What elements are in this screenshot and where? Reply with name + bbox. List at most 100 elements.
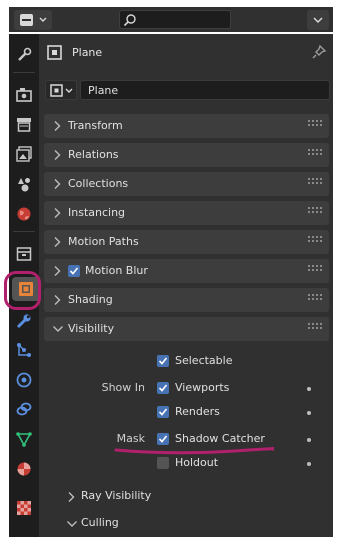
constraints-icon bbox=[16, 402, 32, 416]
viewports-label: Viewports bbox=[175, 381, 230, 394]
animate-property-dot[interactable] bbox=[307, 411, 311, 415]
tab-world[interactable] bbox=[12, 202, 36, 226]
panel-visibility[interactable]: Visibility bbox=[44, 317, 329, 341]
tab-separator bbox=[13, 72, 35, 73]
panel-label: Transform bbox=[68, 119, 123, 132]
tab-output[interactable] bbox=[12, 112, 36, 136]
visibility-panel-body: Selectable Show In Viewports Renders Mas… bbox=[44, 341, 329, 537]
view-layer-icon bbox=[16, 146, 32, 162]
properties-editor-icon bbox=[20, 14, 47, 26]
panel-label: Motion Blur bbox=[85, 264, 148, 277]
drag-handle-icon[interactable] bbox=[308, 236, 322, 246]
object-browse-dropdown[interactable] bbox=[45, 80, 77, 100]
object-icon bbox=[50, 84, 73, 97]
subpanel-culling[interactable]: Culling bbox=[66, 516, 266, 532]
panel-label: Collections bbox=[68, 177, 129, 190]
tab-data[interactable] bbox=[12, 427, 36, 451]
physics-icon bbox=[16, 372, 32, 388]
checkmark-icon bbox=[158, 357, 168, 365]
texture-icon bbox=[17, 501, 31, 515]
renders-label: Renders bbox=[175, 405, 220, 418]
tab-tool[interactable] bbox=[12, 43, 36, 67]
animate-property-dot[interactable] bbox=[307, 438, 311, 442]
drag-handle-icon[interactable] bbox=[308, 178, 322, 188]
drag-handle-icon[interactable] bbox=[308, 323, 322, 333]
chevron-right-icon bbox=[54, 295, 61, 305]
particles-icon bbox=[17, 343, 31, 357]
subpanel-ray-visibility[interactable]: Ray Visibility bbox=[66, 489, 266, 505]
object-name-field[interactable]: Plane bbox=[80, 80, 330, 100]
drag-handle-icon[interactable] bbox=[308, 294, 322, 304]
material-icon bbox=[17, 462, 31, 476]
panel-label: Relations bbox=[68, 148, 119, 161]
tab-material[interactable] bbox=[12, 457, 36, 481]
panel-label: Motion Paths bbox=[68, 235, 139, 248]
tab-view-layer[interactable] bbox=[12, 142, 36, 166]
render-icon bbox=[16, 88, 32, 102]
checkmark-icon bbox=[158, 384, 168, 392]
tab-constraints[interactable] bbox=[12, 397, 36, 421]
panel-collections[interactable]: Collections bbox=[44, 172, 329, 196]
subpanel-label: Ray Visibility bbox=[81, 489, 152, 502]
panel-shading[interactable]: Shading bbox=[44, 288, 329, 312]
selectable-label: Selectable bbox=[175, 354, 233, 367]
output-icon bbox=[17, 118, 31, 132]
chevron-right-icon bbox=[54, 179, 61, 189]
show-in-label: Show In bbox=[101, 381, 145, 394]
panel-label: Visibility bbox=[68, 322, 115, 335]
animate-property-dot[interactable] bbox=[307, 387, 311, 391]
panel-motion-paths[interactable]: Motion Paths bbox=[44, 230, 329, 254]
object-icon bbox=[47, 45, 62, 60]
tab-physics[interactable] bbox=[12, 368, 36, 392]
chevron-right-icon bbox=[54, 150, 61, 160]
search-icon bbox=[123, 14, 136, 27]
tool-icon bbox=[18, 47, 32, 61]
chevron-right-icon bbox=[54, 266, 61, 276]
object-properties-panel: Plane Plane Transform Relations Collecti… bbox=[39, 34, 333, 537]
drag-handle-icon[interactable] bbox=[308, 149, 322, 159]
tab-render[interactable] bbox=[12, 82, 36, 106]
chevron-down-icon bbox=[67, 521, 77, 527]
motion-blur-checkbox[interactable] bbox=[68, 265, 80, 277]
panel-instancing[interactable]: Instancing bbox=[44, 201, 329, 225]
options-dropdown[interactable] bbox=[307, 10, 329, 30]
drag-handle-icon[interactable] bbox=[308, 120, 322, 130]
tab-separator bbox=[13, 231, 35, 232]
holdout-checkbox[interactable] bbox=[157, 457, 169, 469]
world-icon bbox=[17, 207, 31, 221]
drag-handle-icon[interactable] bbox=[308, 265, 322, 275]
tab-modifier[interactable] bbox=[12, 309, 36, 333]
tab-particles[interactable] bbox=[12, 338, 36, 362]
drag-handle-icon[interactable] bbox=[308, 207, 322, 217]
annotation-underline bbox=[114, 446, 274, 455]
search-input[interactable] bbox=[119, 10, 231, 29]
checkmark-icon bbox=[69, 267, 79, 275]
panel-label: Instancing bbox=[68, 206, 126, 219]
mesh-data-icon bbox=[16, 432, 32, 447]
annotation-circle bbox=[4, 271, 41, 310]
context-object-name: Plane bbox=[72, 46, 103, 59]
selectable-checkbox[interactable] bbox=[157, 355, 169, 367]
animate-property-dot[interactable] bbox=[307, 462, 311, 466]
chevron-right-icon bbox=[54, 208, 61, 218]
checkmark-icon bbox=[158, 435, 168, 443]
object-name-row: Plane bbox=[45, 80, 330, 100]
chevron-right-icon bbox=[54, 121, 61, 131]
chevron-down-icon bbox=[313, 17, 323, 24]
tab-scene[interactable] bbox=[12, 172, 36, 196]
collection-icon bbox=[16, 247, 32, 261]
pin-icon[interactable] bbox=[311, 44, 327, 60]
tab-texture[interactable] bbox=[12, 496, 36, 520]
panel-transform[interactable]: Transform bbox=[44, 114, 329, 138]
subpanel-label: Culling bbox=[81, 516, 119, 529]
panel-label: Shading bbox=[68, 293, 113, 306]
properties-header-bar bbox=[9, 7, 333, 32]
panel-relations[interactable]: Relations bbox=[44, 143, 329, 167]
tab-collection[interactable] bbox=[12, 242, 36, 266]
renders-checkbox[interactable] bbox=[157, 406, 169, 418]
panel-motion-blur[interactable]: Motion Blur bbox=[44, 259, 329, 283]
viewports-checkbox[interactable] bbox=[157, 382, 169, 394]
wrench-icon bbox=[16, 314, 31, 329]
context-header: Plane bbox=[39, 34, 333, 72]
editor-type-dropdown[interactable] bbox=[14, 10, 52, 30]
